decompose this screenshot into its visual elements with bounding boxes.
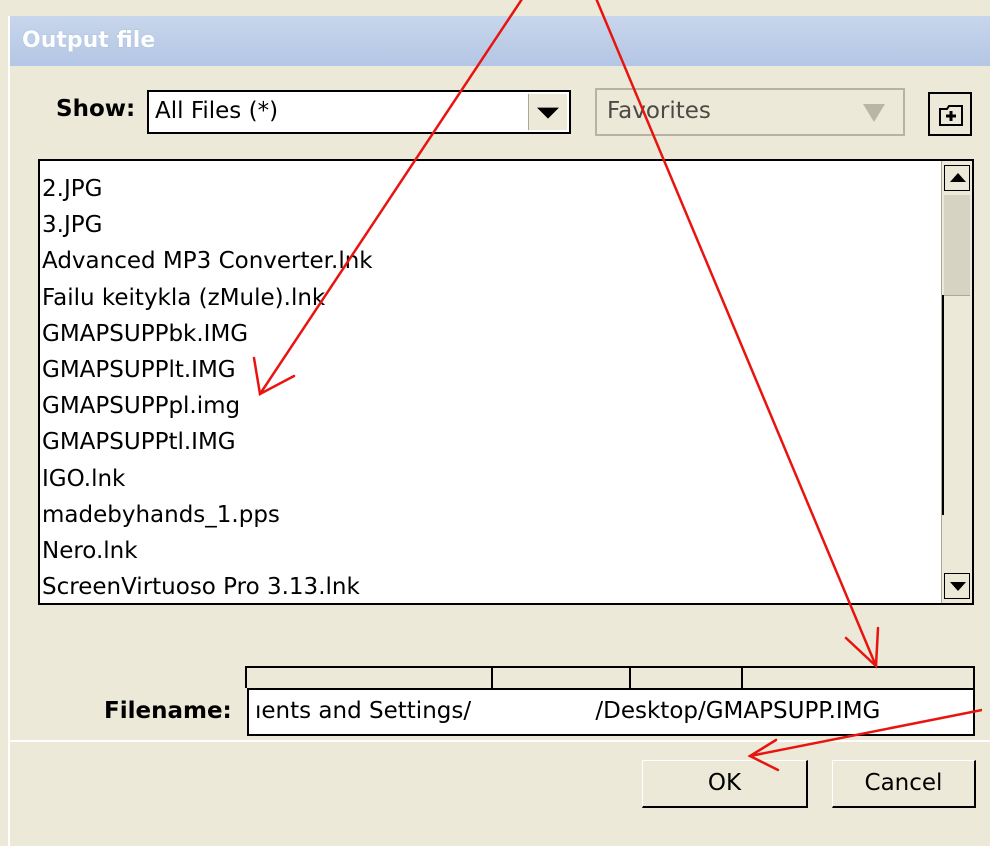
filename-label: Filename: bbox=[104, 698, 232, 724]
separator bbox=[10, 740, 990, 742]
output-file-dialog: Output file Show: All Files (*) Favorite… bbox=[8, 16, 990, 846]
column-divider-strip bbox=[245, 666, 975, 688]
scroll-down-icon bbox=[950, 582, 966, 591]
dialog-title: Output file bbox=[22, 28, 156, 53]
file-list[interactable]: 2.JPG 3.JPG Advanced MP3 Converter.lnk Fail… bbox=[38, 159, 974, 605]
scrollbar-track bbox=[942, 295, 944, 515]
new-folder-button[interactable] bbox=[928, 92, 972, 136]
file-list-item[interactable]: Nero.lnk bbox=[42, 533, 373, 569]
vertical-scrollbar[interactable] bbox=[941, 161, 972, 603]
file-list-item[interactable]: GMAPSUPPlt.IMG bbox=[42, 352, 373, 388]
file-list-item[interactable]: Advanced MP3 Converter.lnk bbox=[42, 243, 373, 279]
scrollbar-thumb[interactable] bbox=[944, 195, 970, 296]
file-list-item[interactable]: IGO.lnk bbox=[42, 461, 373, 497]
divider bbox=[741, 668, 743, 688]
file-list-item[interactable]: ScreenVirtuoso Pro 3.13.lnk bbox=[42, 569, 373, 603]
file-list-item[interactable]: madebyhands_1.pps bbox=[42, 497, 373, 533]
title-bar[interactable]: Output file bbox=[10, 16, 990, 66]
divider bbox=[629, 668, 631, 688]
divider bbox=[491, 668, 493, 688]
scroll-up-icon bbox=[950, 173, 966, 182]
favorites-dropdown[interactable]: Favorites bbox=[595, 88, 905, 136]
file-list-item[interactable]: GMAPSUPPbk.IMG bbox=[42, 316, 373, 352]
file-list-item[interactable]: 3.JPG bbox=[42, 207, 373, 243]
filename-input[interactable]: ıents and Settings/ /Desktop/GMAPSUPP.IM… bbox=[247, 688, 975, 736]
filename-value: ıents and Settings/ /Desktop/GMAPSUPP.IM… bbox=[255, 698, 881, 724]
file-type-filter-select[interactable]: All Files (*) bbox=[147, 90, 571, 134]
file-list-item[interactable]: 2.JPG bbox=[42, 171, 373, 207]
new-folder-icon bbox=[939, 105, 963, 126]
file-list-item[interactable]: GMAPSUPPtl.IMG bbox=[42, 424, 373, 460]
file-list-item[interactable]: Failu keitykla (zMule).lnk bbox=[42, 280, 373, 316]
chevron-down-icon bbox=[537, 107, 559, 119]
chevron-down-icon bbox=[863, 104, 885, 122]
file-list-item[interactable]: GMAPSUPPpl.img bbox=[42, 388, 373, 424]
show-label: Show: bbox=[56, 96, 136, 122]
cancel-button[interactable]: Cancel bbox=[832, 760, 976, 808]
favorites-value: Favorites bbox=[607, 98, 711, 124]
ok-button[interactable]: OK bbox=[642, 760, 808, 808]
scroll-up-button[interactable] bbox=[944, 165, 970, 191]
file-type-filter-value: All Files (*) bbox=[155, 98, 279, 124]
filter-dropdown-button[interactable] bbox=[528, 94, 567, 130]
scroll-down-button[interactable] bbox=[944, 573, 970, 599]
